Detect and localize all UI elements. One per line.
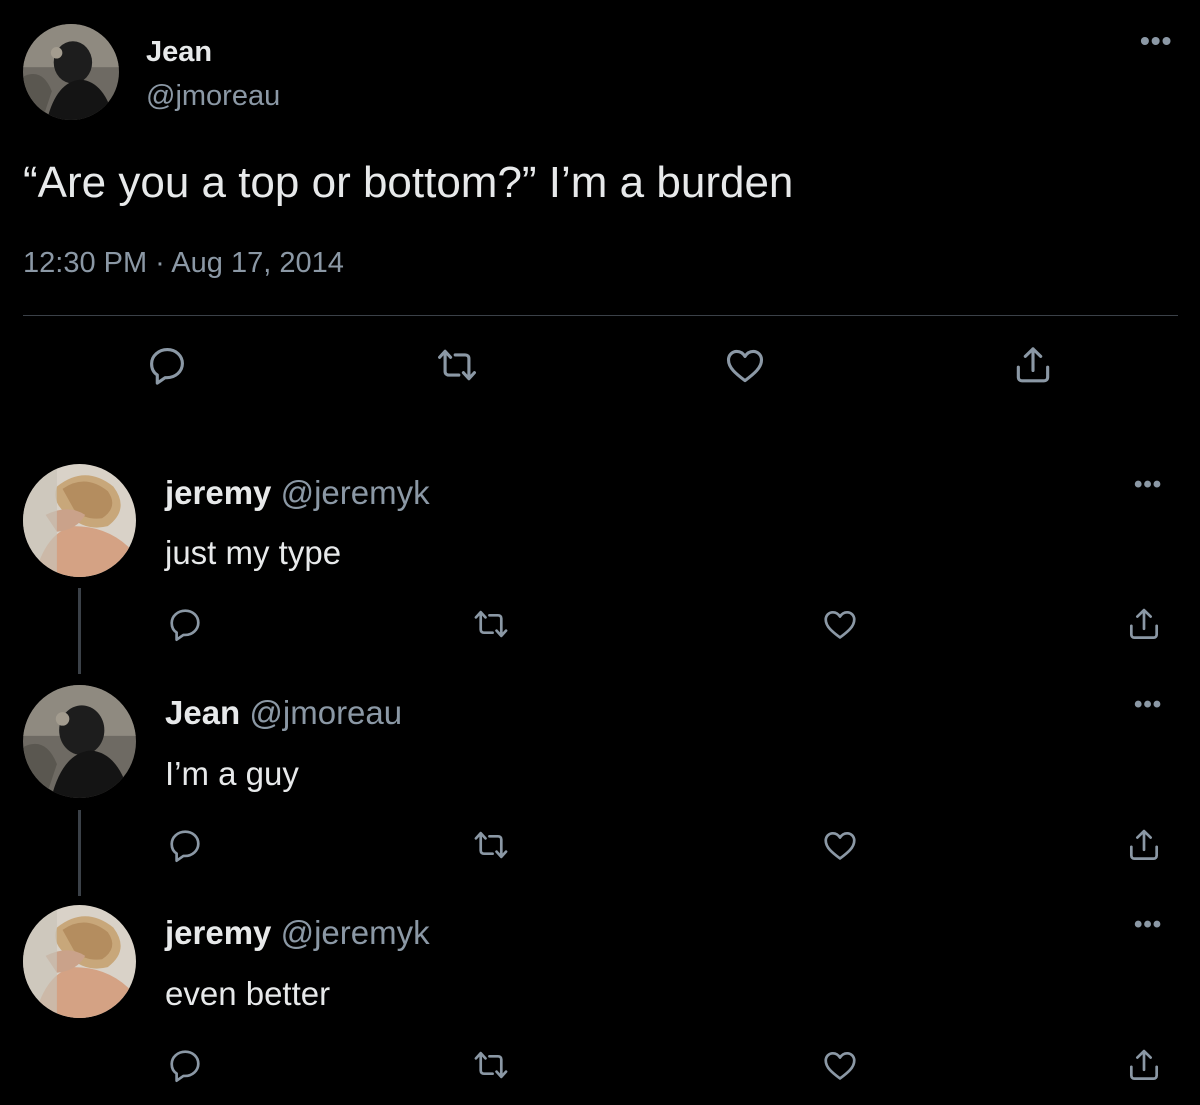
reply-author-handle[interactable]: @jmoreau (249, 694, 402, 731)
reply-avatar[interactable] (23, 464, 136, 577)
reply-text: just my type (165, 534, 342, 571)
tweet-text: “Are you a top or bottom?” I’m a burden (23, 158, 794, 207)
reply-header: Jean @jmoreau (165, 694, 402, 732)
reply-header: jeremy @jeremyk (165, 474, 430, 512)
retweet-icon[interactable] (470, 826, 512, 864)
divider (23, 315, 1178, 316)
reply-avatar[interactable] (23, 905, 136, 1018)
more-options-icon[interactable]: ••• (1134, 693, 1162, 717)
reply-icon[interactable] (166, 605, 204, 643)
reply-author-name[interactable]: Jean (165, 694, 240, 731)
more-options-icon[interactable]: ••• (1134, 473, 1162, 497)
thread-line (78, 588, 81, 674)
like-icon[interactable] (722, 343, 768, 387)
reply-author-handle[interactable]: @jeremyk (281, 474, 430, 511)
like-icon[interactable] (820, 605, 860, 643)
like-icon[interactable] (820, 826, 860, 864)
share-icon[interactable] (1124, 826, 1164, 864)
reply-icon[interactable] (145, 343, 189, 387)
retweet-icon[interactable] (470, 1046, 512, 1084)
reply-author-name[interactable]: jeremy (165, 914, 271, 951)
thread-line (78, 810, 81, 896)
share-icon[interactable] (1124, 1046, 1164, 1084)
more-options-icon[interactable]: ••• (1140, 27, 1172, 55)
author-avatar[interactable] (23, 24, 119, 120)
share-icon[interactable] (1010, 343, 1056, 387)
author-name[interactable]: Jean (146, 36, 212, 69)
reply-header: jeremy @jeremyk (165, 914, 430, 952)
reply-text: I’m a guy (165, 755, 299, 792)
reply-icon[interactable] (166, 1046, 204, 1084)
reply-text: even better (165, 975, 331, 1012)
like-icon[interactable] (820, 1046, 860, 1084)
retweet-icon[interactable] (433, 343, 481, 387)
retweet-icon[interactable] (470, 605, 512, 643)
tweet-timestamp[interactable]: 12:30 PM · Aug 17, 2014 (23, 247, 344, 280)
reply-avatar[interactable] (23, 685, 136, 798)
author-handle[interactable]: @jmoreau (146, 80, 280, 113)
reply-author-handle[interactable]: @jeremyk (281, 914, 430, 951)
reply-icon[interactable] (166, 826, 204, 864)
share-icon[interactable] (1124, 605, 1164, 643)
more-options-icon[interactable]: ••• (1134, 913, 1162, 937)
reply-author-name[interactable]: jeremy (165, 474, 271, 511)
